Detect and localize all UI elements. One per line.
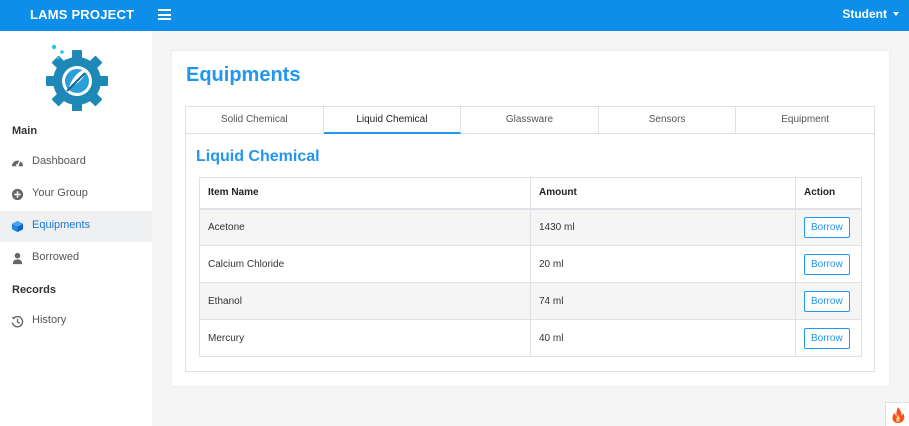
user-dropdown[interactable]: Student — [842, 7, 899, 21]
sidebar-item-equipments[interactable]: Equipments — [0, 211, 152, 242]
equipment-tab-panel: Solid Chemical Liquid Chemical Glassware… — [185, 106, 875, 372]
sidebar: Main Dashboard Your Group Equipments Bor… — [0, 31, 152, 426]
table-row: Ethanol 74 ml Borrow — [199, 282, 862, 320]
chemical-table: Item Name Amount Action Acetone 1430 ml … — [199, 177, 862, 357]
top-navbar: LAMS PROJECT Student — [0, 0, 909, 31]
table-header-row: Item Name Amount Action — [199, 177, 862, 210]
section-title-main: Main — [12, 125, 38, 137]
amount-cell: 1430 ml — [530, 208, 796, 246]
borrow-button[interactable]: Borrow — [804, 327, 850, 349]
tab-sensors[interactable]: Sensors — [599, 107, 737, 133]
sidebar-item-history[interactable]: History — [0, 306, 152, 337]
sidebar-item-label: Borrowed — [32, 251, 80, 263]
sidebar-item-your-group[interactable]: Your Group — [0, 179, 152, 210]
item-name-cell: Mercury — [199, 319, 531, 357]
menu-toggle-icon[interactable] — [158, 9, 171, 20]
plus-circle-icon — [11, 188, 24, 201]
column-header-item-name: Item Name — [199, 177, 531, 210]
amount-cell: 20 ml — [530, 245, 796, 283]
cube-icon — [11, 220, 24, 233]
lab-gear-logo-icon — [46, 44, 108, 111]
table-row: Calcium Chloride 20 ml Borrow — [199, 245, 862, 283]
history-icon — [11, 315, 24, 328]
amount-cell: 40 ml — [530, 319, 796, 357]
tab-glassware[interactable]: Glassware — [461, 107, 599, 133]
item-name-cell: Acetone — [199, 208, 531, 246]
user-name: Student — [842, 7, 887, 21]
item-name-cell: Calcium Chloride — [199, 245, 531, 283]
sidebar-item-dashboard[interactable]: Dashboard — [0, 147, 152, 178]
table-row: Acetone 1430 ml Borrow — [199, 208, 862, 246]
sidebar-item-borrowed[interactable]: Borrowed — [0, 243, 152, 274]
flame-widget-button[interactable] — [885, 402, 909, 426]
action-cell: Borrow — [795, 282, 862, 320]
item-name-cell: Ethanol — [199, 282, 531, 320]
section-heading: Liquid Chemical — [196, 148, 320, 165]
action-cell: Borrow — [795, 208, 862, 246]
tab-bar: Solid Chemical Liquid Chemical Glassware… — [186, 107, 874, 134]
column-header-action: Action — [795, 177, 862, 210]
sidebar-item-label: Dashboard — [32, 155, 86, 167]
borrow-button[interactable]: Borrow — [804, 253, 850, 275]
brand-title[interactable]: LAMS PROJECT — [30, 7, 134, 22]
table-row: Mercury 40 ml Borrow — [199, 319, 862, 357]
tab-equipment[interactable]: Equipment — [736, 107, 874, 133]
action-cell: Borrow — [795, 319, 862, 357]
flame-icon — [892, 407, 905, 423]
sidebar-item-label: Your Group — [32, 187, 88, 199]
borrow-button[interactable]: Borrow — [804, 290, 850, 312]
amount-cell: 74 ml — [530, 282, 796, 320]
tachometer-icon — [11, 160, 24, 167]
borrow-button[interactable]: Borrow — [804, 216, 850, 238]
caret-down-icon — [893, 12, 899, 16]
sidebar-item-label: Equipments — [32, 219, 91, 231]
action-cell: Borrow — [795, 245, 862, 283]
equipments-card: Equipments Solid Chemical Liquid Chemica… — [172, 51, 889, 386]
tab-solid-chemical[interactable]: Solid Chemical — [186, 107, 324, 133]
user-icon — [12, 252, 23, 265]
column-header-amount: Amount — [530, 177, 796, 210]
section-title-records: Records — [12, 284, 57, 296]
tab-liquid-chemical[interactable]: Liquid Chemical — [323, 107, 462, 134]
page-title: Equipments — [186, 64, 301, 86]
sidebar-item-label: History — [32, 314, 67, 326]
